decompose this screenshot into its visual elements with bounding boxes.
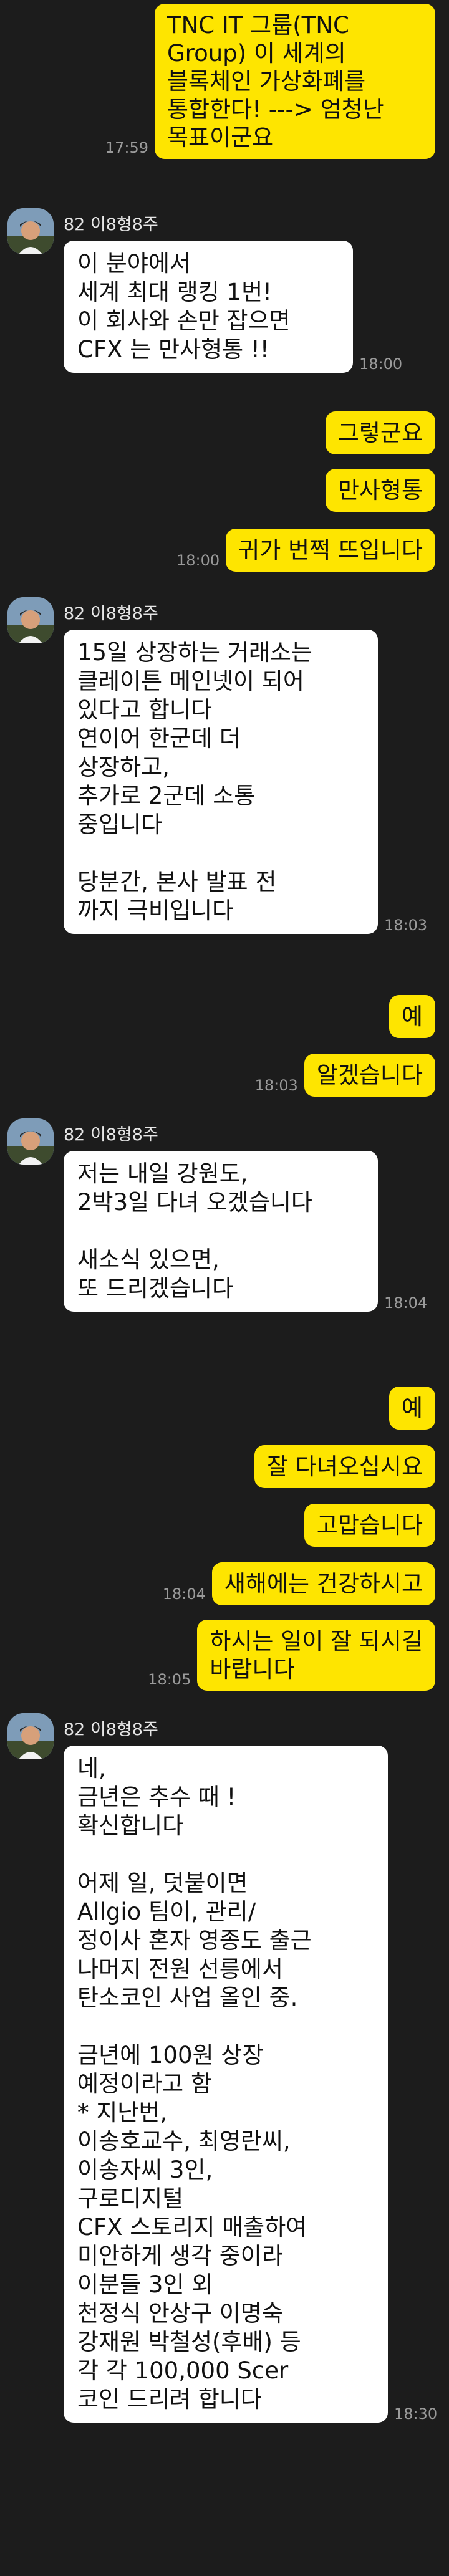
outgoing-message-row: 18:03 알겠습니다	[255, 1054, 435, 1097]
outgoing-message-row: 17:59 TNC IT 그룹(TNC Group) 이 세계의 블록체인 가상…	[105, 4, 435, 159]
outgoing-message-bubble[interactable]: 알겠습니다	[304, 1054, 435, 1097]
outgoing-message-bubble[interactable]: 잘 다녀오십시요	[254, 1445, 435, 1488]
outgoing-message-row: 예	[389, 1387, 435, 1430]
sender-name: 82 이8형8주	[64, 1125, 158, 1145]
message-timestamp: 18:04	[384, 1294, 428, 1312]
outgoing-message-bubble[interactable]: 귀가 번쩍 뜨입니다	[226, 529, 435, 572]
outgoing-message-bubble[interactable]: 고맙습니다	[304, 1504, 435, 1547]
outgoing-message-row: 18:00 귀가 번쩍 뜨입니다	[176, 529, 435, 572]
incoming-message-row: 이 분야에서 세계 최대 랭킹 1번! 이 회사와 손만 잡으면 CFX 는 만…	[64, 241, 402, 373]
sender-name: 82 이8형8주	[64, 604, 158, 623]
profile-photo-icon	[7, 1118, 54, 1165]
message-timestamp: 18:30	[394, 2405, 438, 2423]
incoming-message-bubble[interactable]: 15일 상장하는 거래소는 클레이튼 메인넷이 되어 있다고 합니다 연이어 한…	[64, 630, 378, 934]
incoming-message-row: 네, 금년은 추수 때 ! 확신합니다 어제 일, 덧붙이면 Allgio 팀이…	[64, 1746, 437, 2423]
message-timestamp: 18:00	[176, 552, 220, 569]
message-timestamp: 17:59	[105, 139, 148, 156]
incoming-message-row: 저는 내일 강원도, 2박3일 다녀 오겠습니다 새소식 있으면, 또 드리겠습…	[64, 1151, 427, 1312]
chat-room: 17:59 TNC IT 그룹(TNC Group) 이 세계의 블록체인 가상…	[0, 0, 449, 2576]
sender-name: 82 이8형8주	[64, 215, 158, 234]
incoming-message-bubble[interactable]: 저는 내일 강원도, 2박3일 다녀 오겠습니다 새소식 있으면, 또 드리겠습…	[64, 1151, 378, 1312]
incoming-message-bubble[interactable]: 네, 금년은 추수 때 ! 확신합니다 어제 일, 덧붙이면 Allgio 팀이…	[64, 1746, 388, 2423]
outgoing-message-bubble[interactable]: TNC IT 그룹(TNC Group) 이 세계의 블록체인 가상화폐를 통합…	[155, 4, 435, 159]
message-timestamp: 18:00	[359, 355, 403, 373]
outgoing-message-row: 18:04 새해에는 건강하시고	[163, 1562, 435, 1605]
message-timestamp: 18:03	[254, 1077, 298, 1094]
avatar[interactable]	[7, 1713, 54, 1759]
profile-photo-icon	[7, 597, 54, 643]
message-timestamp: 18:03	[384, 916, 428, 934]
outgoing-message-row: 만사형통	[325, 469, 435, 512]
outgoing-message-row: 예	[389, 995, 435, 1038]
outgoing-message-row: 그렇군요	[325, 411, 435, 454]
incoming-message-row: 15일 상장하는 거래소는 클레이튼 메인넷이 되어 있다고 합니다 연이어 한…	[64, 630, 427, 934]
incoming-message-bubble[interactable]: 이 분야에서 세계 최대 랭킹 1번! 이 회사와 손만 잡으면 CFX 는 만…	[64, 241, 353, 373]
outgoing-message-bubble[interactable]: 하시는 일이 잘 되시길 바랍니다	[197, 1620, 435, 1691]
profile-photo-icon	[7, 1713, 54, 1759]
avatar[interactable]	[7, 208, 54, 254]
outgoing-message-bubble[interactable]: 만사형통	[325, 469, 435, 512]
outgoing-message-row: 잘 다녀오십시요	[254, 1445, 435, 1488]
avatar[interactable]	[7, 1118, 54, 1165]
outgoing-message-row: 18:05 하시는 일이 잘 되시길 바랍니다	[148, 1620, 435, 1691]
outgoing-message-row: 고맙습니다	[304, 1504, 435, 1547]
avatar[interactable]	[7, 597, 54, 643]
outgoing-message-bubble[interactable]: 예	[389, 1387, 435, 1430]
outgoing-message-bubble[interactable]: 그렇군요	[325, 411, 435, 454]
profile-photo-icon	[7, 208, 54, 254]
message-timestamp: 18:04	[162, 1585, 206, 1603]
sender-name: 82 이8형8주	[64, 1720, 158, 1739]
outgoing-message-bubble[interactable]: 예	[389, 995, 435, 1038]
outgoing-message-bubble[interactable]: 새해에는 건강하시고	[211, 1562, 435, 1605]
message-timestamp: 18:05	[148, 1671, 191, 1688]
